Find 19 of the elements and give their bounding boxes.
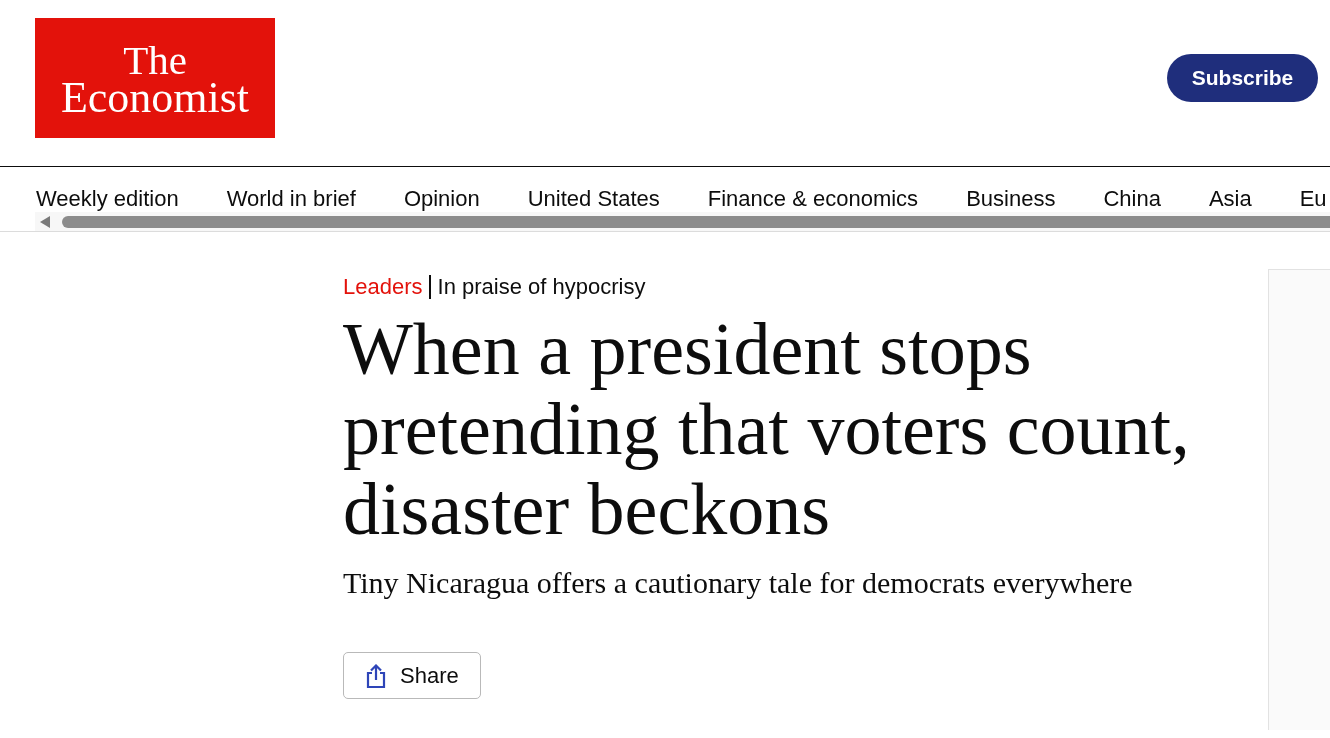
nav-link[interactable]: Eu [1299, 186, 1327, 212]
nav-link[interactable]: China [1103, 186, 1161, 212]
scrollbar-thumb[interactable] [62, 215, 1330, 228]
subtitle: Tiny Nicaragua offers a cautionary tale for democrats everywhere [343, 565, 1134, 601]
nav-link[interactable]: Asia [1208, 186, 1252, 212]
nav-link[interactable]: Finance & economics [707, 186, 919, 212]
nav-link[interactable]: Business [966, 186, 1056, 212]
headline: When a president stops pretending that voters count, disaster beckons [343, 309, 1191, 549]
subscribe-button[interactable]: Subscribe [1167, 54, 1318, 102]
nav-link[interactable]: World in brief [226, 186, 356, 212]
section-link[interactable]: Leaders [343, 273, 423, 301]
nav-link[interactable]: United States [527, 186, 660, 212]
logo-link[interactable]: The Economist [35, 18, 275, 138]
nav-link[interactable]: Opinion [403, 186, 480, 212]
nav-link[interactable]: Weekly edition [36, 186, 179, 212]
scroll-left-icon[interactable] [40, 215, 50, 228]
share-button[interactable]: Share [343, 652, 481, 699]
share-icon [366, 663, 386, 688]
fly-title: In praise of hypocrisy [437, 273, 646, 301]
